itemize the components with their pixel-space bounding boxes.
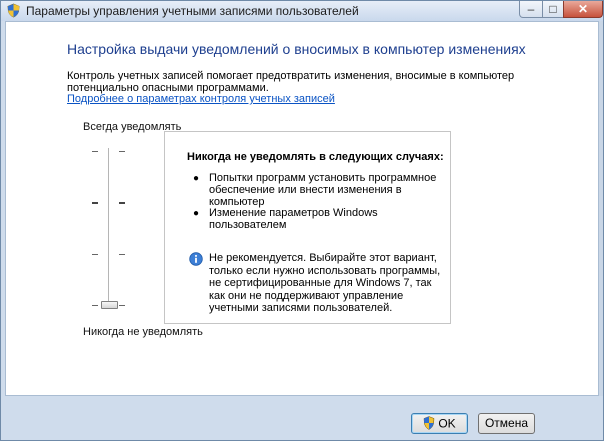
slider-bottom-label: Никогда не уведомлять <box>83 326 203 338</box>
uac-shield-icon <box>7 3 20 18</box>
minimize-button[interactable]: – <box>519 1 543 18</box>
list-item: Изменение параметров Windows пользовател… <box>209 207 378 231</box>
slider-tick <box>92 254 98 255</box>
title-bar: Параметры управления учетными записями п… <box>1 1 603 21</box>
level-description-panel: Никогда не уведомлять в следующих случая… <box>164 131 451 324</box>
info-icon <box>189 252 203 266</box>
maximize-icon: □ <box>549 2 557 16</box>
slider-tick <box>119 254 125 255</box>
slider-tick <box>92 202 98 204</box>
uac-settings-window: Параметры управления учетными записями п… <box>0 0 604 441</box>
slider-tick <box>119 202 125 204</box>
ok-label: OK <box>438 416 456 431</box>
window-edge <box>599 21 603 396</box>
bullet-icon: ● <box>193 208 200 219</box>
bullet-icon: ● <box>193 173 200 184</box>
maximize-button[interactable]: □ <box>542 1 564 18</box>
description-text: Контроль учетных записей помогает предот… <box>67 70 515 94</box>
ok-button[interactable]: OK <box>411 413 468 434</box>
cancel-button[interactable]: Отмена <box>478 413 535 434</box>
slider-tick <box>92 151 98 152</box>
slider-track[interactable] <box>108 148 110 304</box>
close-button[interactable]: ✕ <box>563 1 603 18</box>
slider-tick <box>119 151 125 152</box>
page-title: Настройка выдачи уведомлений о вносимых … <box>67 41 526 57</box>
close-icon: ✕ <box>577 2 589 16</box>
panel-title: Никогда не уведомлять в следующих случая… <box>187 151 444 163</box>
warning-text: Не рекомендуется. Выбирайте этот вариант… <box>209 252 441 314</box>
content-area: Настройка выдачи уведомлений о вносимых … <box>5 21 599 396</box>
slider-thumb[interactable] <box>101 301 118 309</box>
window-title: Параметры управления учетными записями п… <box>26 4 359 18</box>
minimize-icon: – <box>527 2 535 16</box>
learn-more-link[interactable]: Подробнее о параметрах контроля учетных … <box>67 93 335 105</box>
uac-shield-icon <box>424 416 435 430</box>
slider-tick <box>92 305 98 306</box>
list-item: Попытки программ установить программное … <box>209 172 437 208</box>
slider-tick <box>119 305 125 306</box>
